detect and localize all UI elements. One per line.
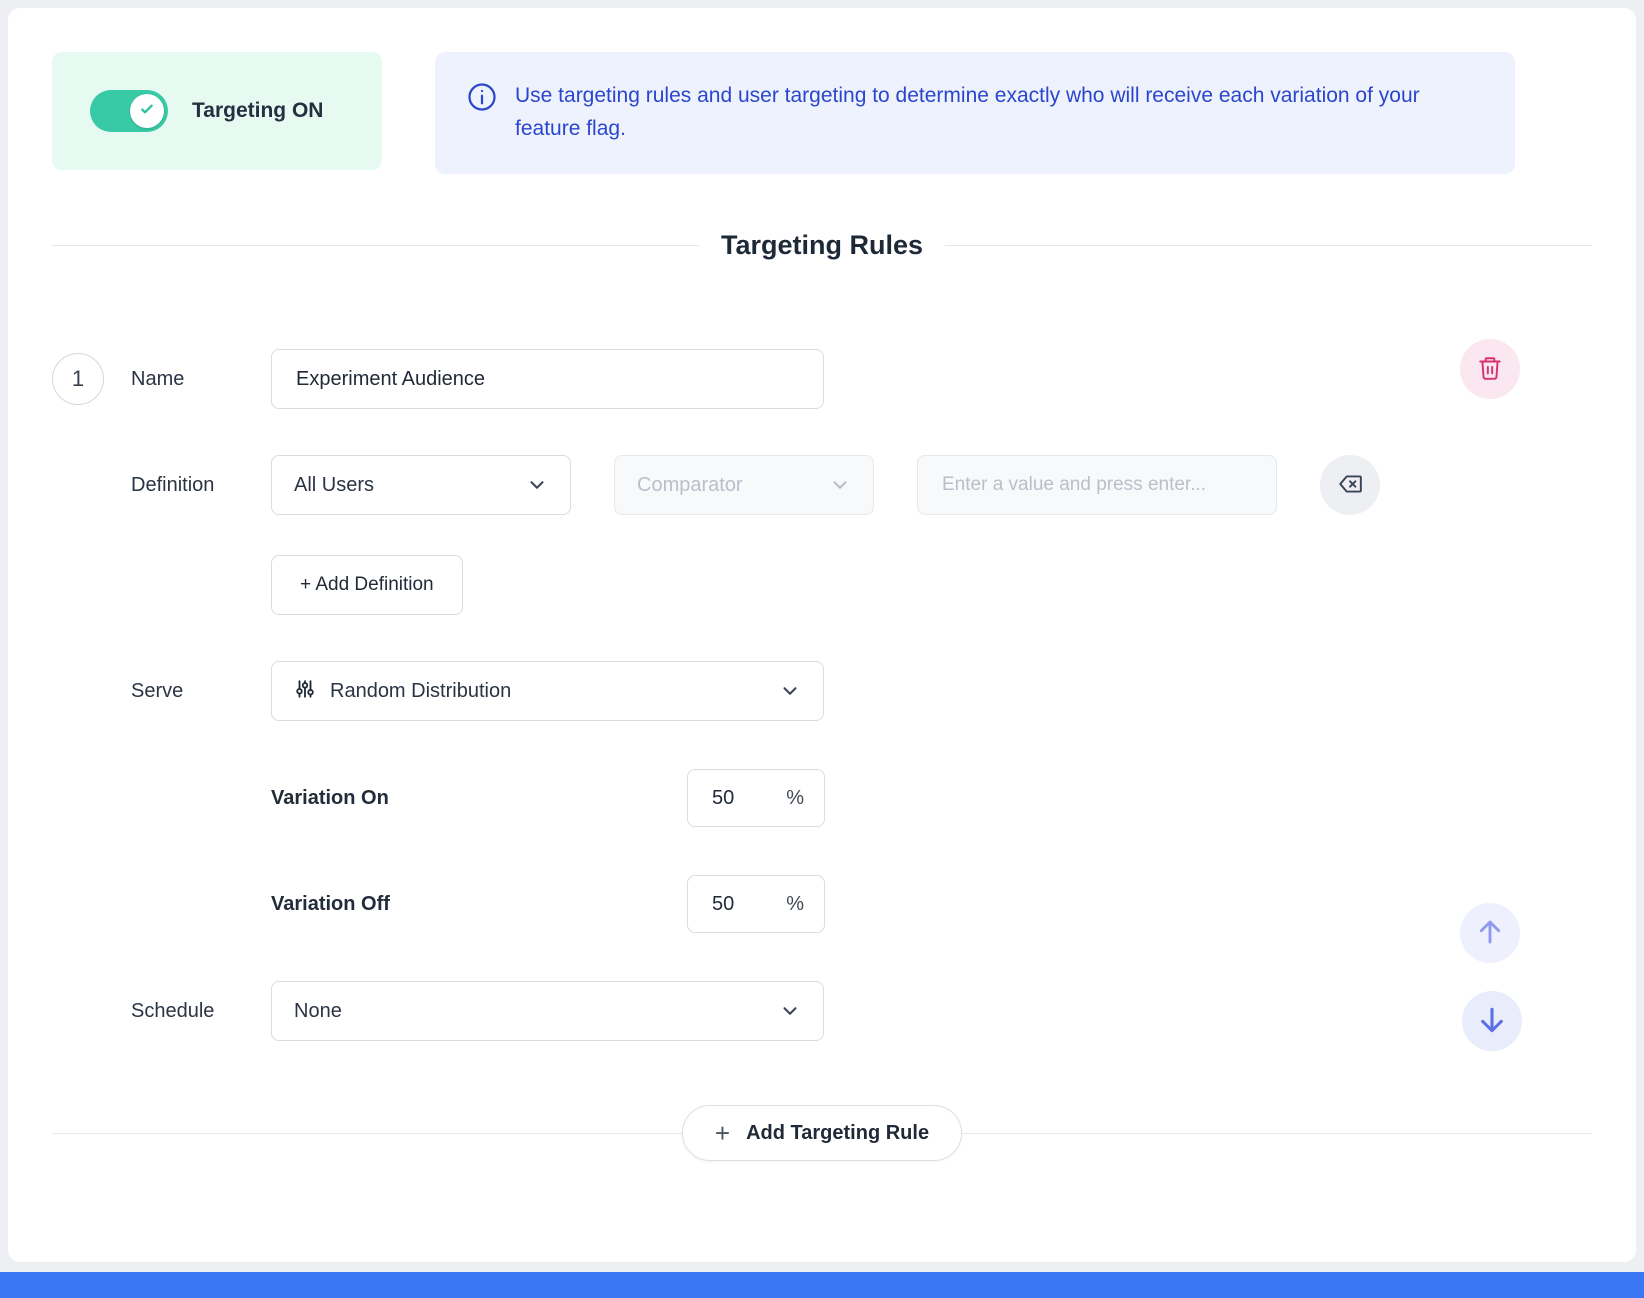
move-rule-up-button[interactable] — [1460, 903, 1520, 963]
arrow-down-icon — [1476, 1004, 1508, 1039]
definition-select-value: All Users — [294, 474, 374, 497]
divider-line — [52, 1133, 682, 1134]
header: Targeting ON Use targeting rules and use… — [52, 52, 1592, 174]
sliders-icon — [294, 678, 316, 705]
schedule-select-value: None — [294, 1000, 342, 1023]
section-title-row: Targeting Rules — [52, 230, 1592, 261]
variation-off-field: % — [687, 875, 825, 933]
variation-off-label: Variation Off — [271, 893, 687, 916]
chevron-down-icon — [526, 474, 548, 496]
trash-icon — [1477, 355, 1503, 384]
comparator-select-placeholder: Comparator — [637, 474, 743, 497]
move-rule-down-button[interactable] — [1462, 991, 1522, 1051]
info-icon — [467, 80, 497, 146]
targeting-panel: Targeting ON Use targeting rules and use… — [8, 8, 1636, 1262]
chevron-down-icon — [779, 680, 801, 702]
info-banner-text: Use targeting rules and user targeting t… — [515, 80, 1475, 146]
targeting-rule-1: 1 Name Definition All Users Comparator — [52, 349, 1592, 1041]
bottom-bar — [0, 1272, 1644, 1298]
comparator-select[interactable]: Comparator — [614, 455, 874, 515]
serve-row: Serve Random Distribution — [52, 661, 1592, 721]
clear-definition-button[interactable] — [1320, 455, 1380, 515]
arrow-up-icon — [1475, 917, 1505, 950]
rule-name-input[interactable] — [271, 349, 824, 409]
targeting-toggle[interactable] — [90, 90, 168, 132]
name-row: 1 Name — [52, 349, 1592, 409]
definition-value-input[interactable] — [917, 455, 1277, 515]
serve-label: Serve — [131, 680, 271, 703]
rule-index-badge: 1 — [52, 353, 104, 405]
backspace-icon — [1337, 471, 1363, 500]
page-title: Targeting Rules — [721, 230, 923, 261]
variation-on-input[interactable] — [712, 787, 768, 810]
variation-on-field: % — [687, 769, 825, 827]
plus-icon: + — [715, 1120, 730, 1146]
chevron-down-icon — [829, 474, 851, 496]
footer-row: + Add Targeting Rule — [52, 1105, 1592, 1161]
toggle-check-icon — [139, 101, 155, 122]
definition-row: Definition All Users Comparator — [52, 455, 1592, 515]
chevron-down-icon — [779, 1000, 801, 1022]
divider-line — [945, 245, 1592, 246]
variation-off-row: Variation Off % — [52, 875, 1592, 933]
percent-suffix: % — [786, 787, 804, 810]
definition-label: Definition — [131, 474, 271, 497]
targeting-toggle-label: Targeting ON — [192, 99, 323, 123]
variation-on-label: Variation On — [271, 787, 687, 810]
divider-line — [52, 245, 699, 246]
schedule-label: Schedule — [131, 1000, 271, 1023]
variation-on-row: Variation On % — [52, 769, 1592, 827]
serve-select[interactable]: Random Distribution — [271, 661, 824, 721]
targeting-toggle-box: Targeting ON — [52, 52, 382, 170]
add-targeting-rule-label: Add Targeting Rule — [746, 1122, 929, 1145]
divider-line — [962, 1133, 1592, 1134]
add-definition-button[interactable]: + Add Definition — [271, 555, 463, 615]
schedule-select[interactable]: None — [271, 981, 824, 1041]
name-label: Name — [131, 368, 271, 391]
info-banner: Use targeting rules and user targeting t… — [435, 52, 1515, 174]
percent-suffix: % — [786, 893, 804, 916]
schedule-row: Schedule None — [52, 981, 1592, 1041]
add-targeting-rule-button[interactable]: + Add Targeting Rule — [682, 1105, 962, 1161]
variation-off-input[interactable] — [712, 893, 768, 916]
definition-select[interactable]: All Users — [271, 455, 571, 515]
toggle-knob — [130, 94, 164, 128]
serve-select-value: Random Distribution — [330, 680, 511, 703]
delete-rule-button[interactable] — [1460, 339, 1520, 399]
add-definition-row: + Add Definition — [52, 555, 1592, 615]
